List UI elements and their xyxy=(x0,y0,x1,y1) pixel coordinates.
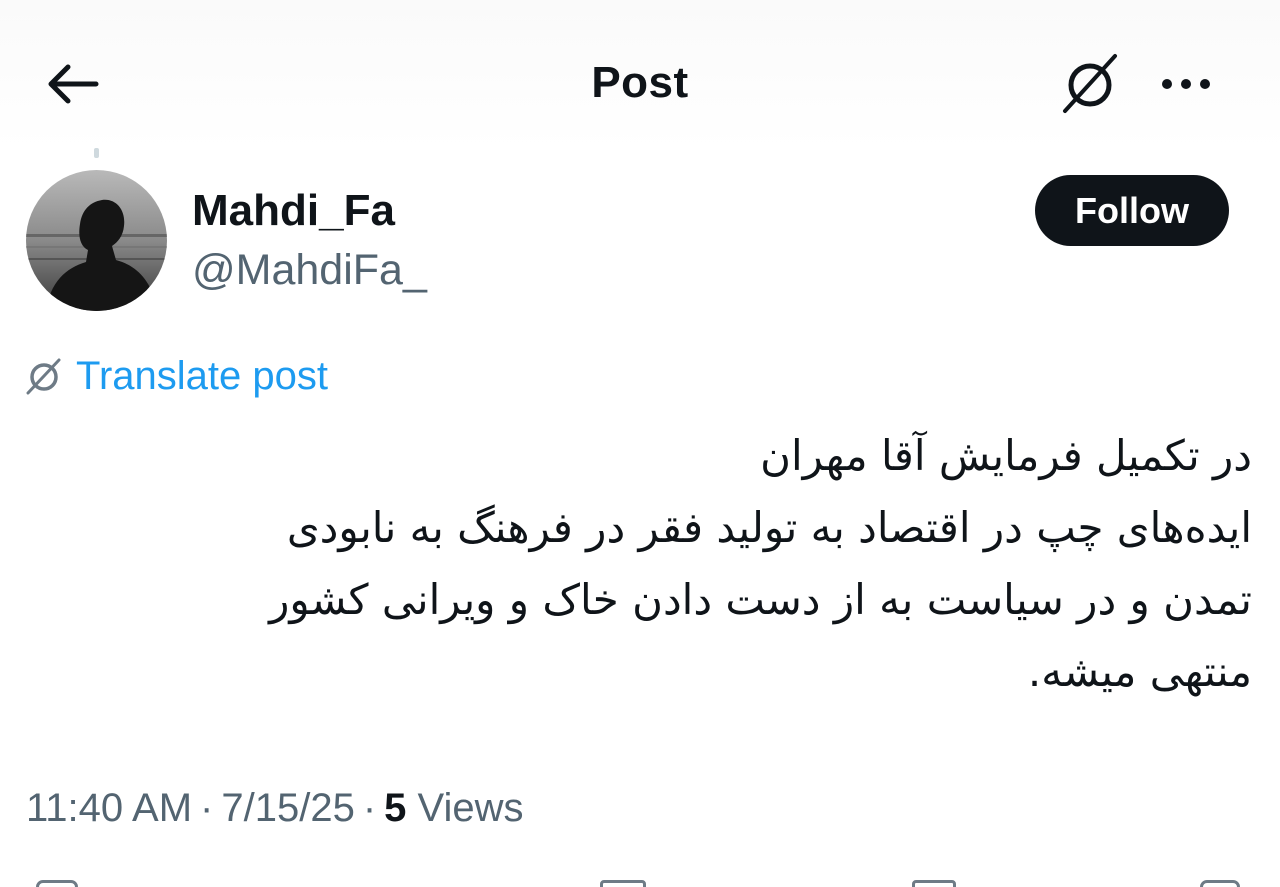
post-line: در تکمیل فرمایش آقا مهران xyxy=(760,431,1252,480)
share-icon[interactable] xyxy=(1200,880,1240,887)
views-link[interactable]: 5 Views xyxy=(384,786,523,830)
reply-icon[interactable] xyxy=(36,880,78,887)
action-bar xyxy=(0,874,1280,887)
views-label: Views xyxy=(417,786,524,830)
avatar[interactable] xyxy=(26,170,167,311)
more-options-button[interactable] xyxy=(1150,60,1222,108)
translate-post-label: Translate post xyxy=(76,353,328,398)
post-line: ایده‌های چپ در اقتصاد به تولید فقر در فر… xyxy=(286,503,1252,552)
meta-separator: · xyxy=(362,786,377,830)
post-time[interactable]: 11:40 AM xyxy=(26,786,192,830)
back-button[interactable] xyxy=(40,56,104,112)
translate-button[interactable] xyxy=(1052,50,1128,118)
more-horizontal-icon xyxy=(1162,79,1172,89)
meta-separator: · xyxy=(200,786,214,830)
author-display-name[interactable]: Mahdi_Fa xyxy=(192,186,395,236)
top-bar: Post xyxy=(0,0,1280,150)
translate-icon xyxy=(26,358,61,395)
thread-line xyxy=(94,148,99,158)
post-date[interactable]: 7/15/25 xyxy=(221,786,354,830)
post-metadata: 11:40 AM · 7/15/25 · 5 Views xyxy=(26,786,524,831)
post-body: در تکمیل فرمایش آقا مهران ایده‌های چپ در… xyxy=(60,420,1252,708)
repost-icon[interactable] xyxy=(600,880,646,887)
post-line: منتهی میشه. xyxy=(1027,647,1252,696)
bookmark-icon[interactable] xyxy=(912,880,956,887)
translate-icon xyxy=(1063,54,1117,113)
follow-button[interactable]: Follow xyxy=(1035,175,1229,246)
translate-post-link[interactable]: Translate post xyxy=(24,352,328,400)
post-line: تمدن و در سیاست به از دست دادن خاک و ویر… xyxy=(269,575,1252,624)
views-count: 5 xyxy=(384,786,407,830)
author-handle[interactable]: @MahdiFa_ xyxy=(192,246,427,295)
arrow-left-icon xyxy=(48,64,99,104)
